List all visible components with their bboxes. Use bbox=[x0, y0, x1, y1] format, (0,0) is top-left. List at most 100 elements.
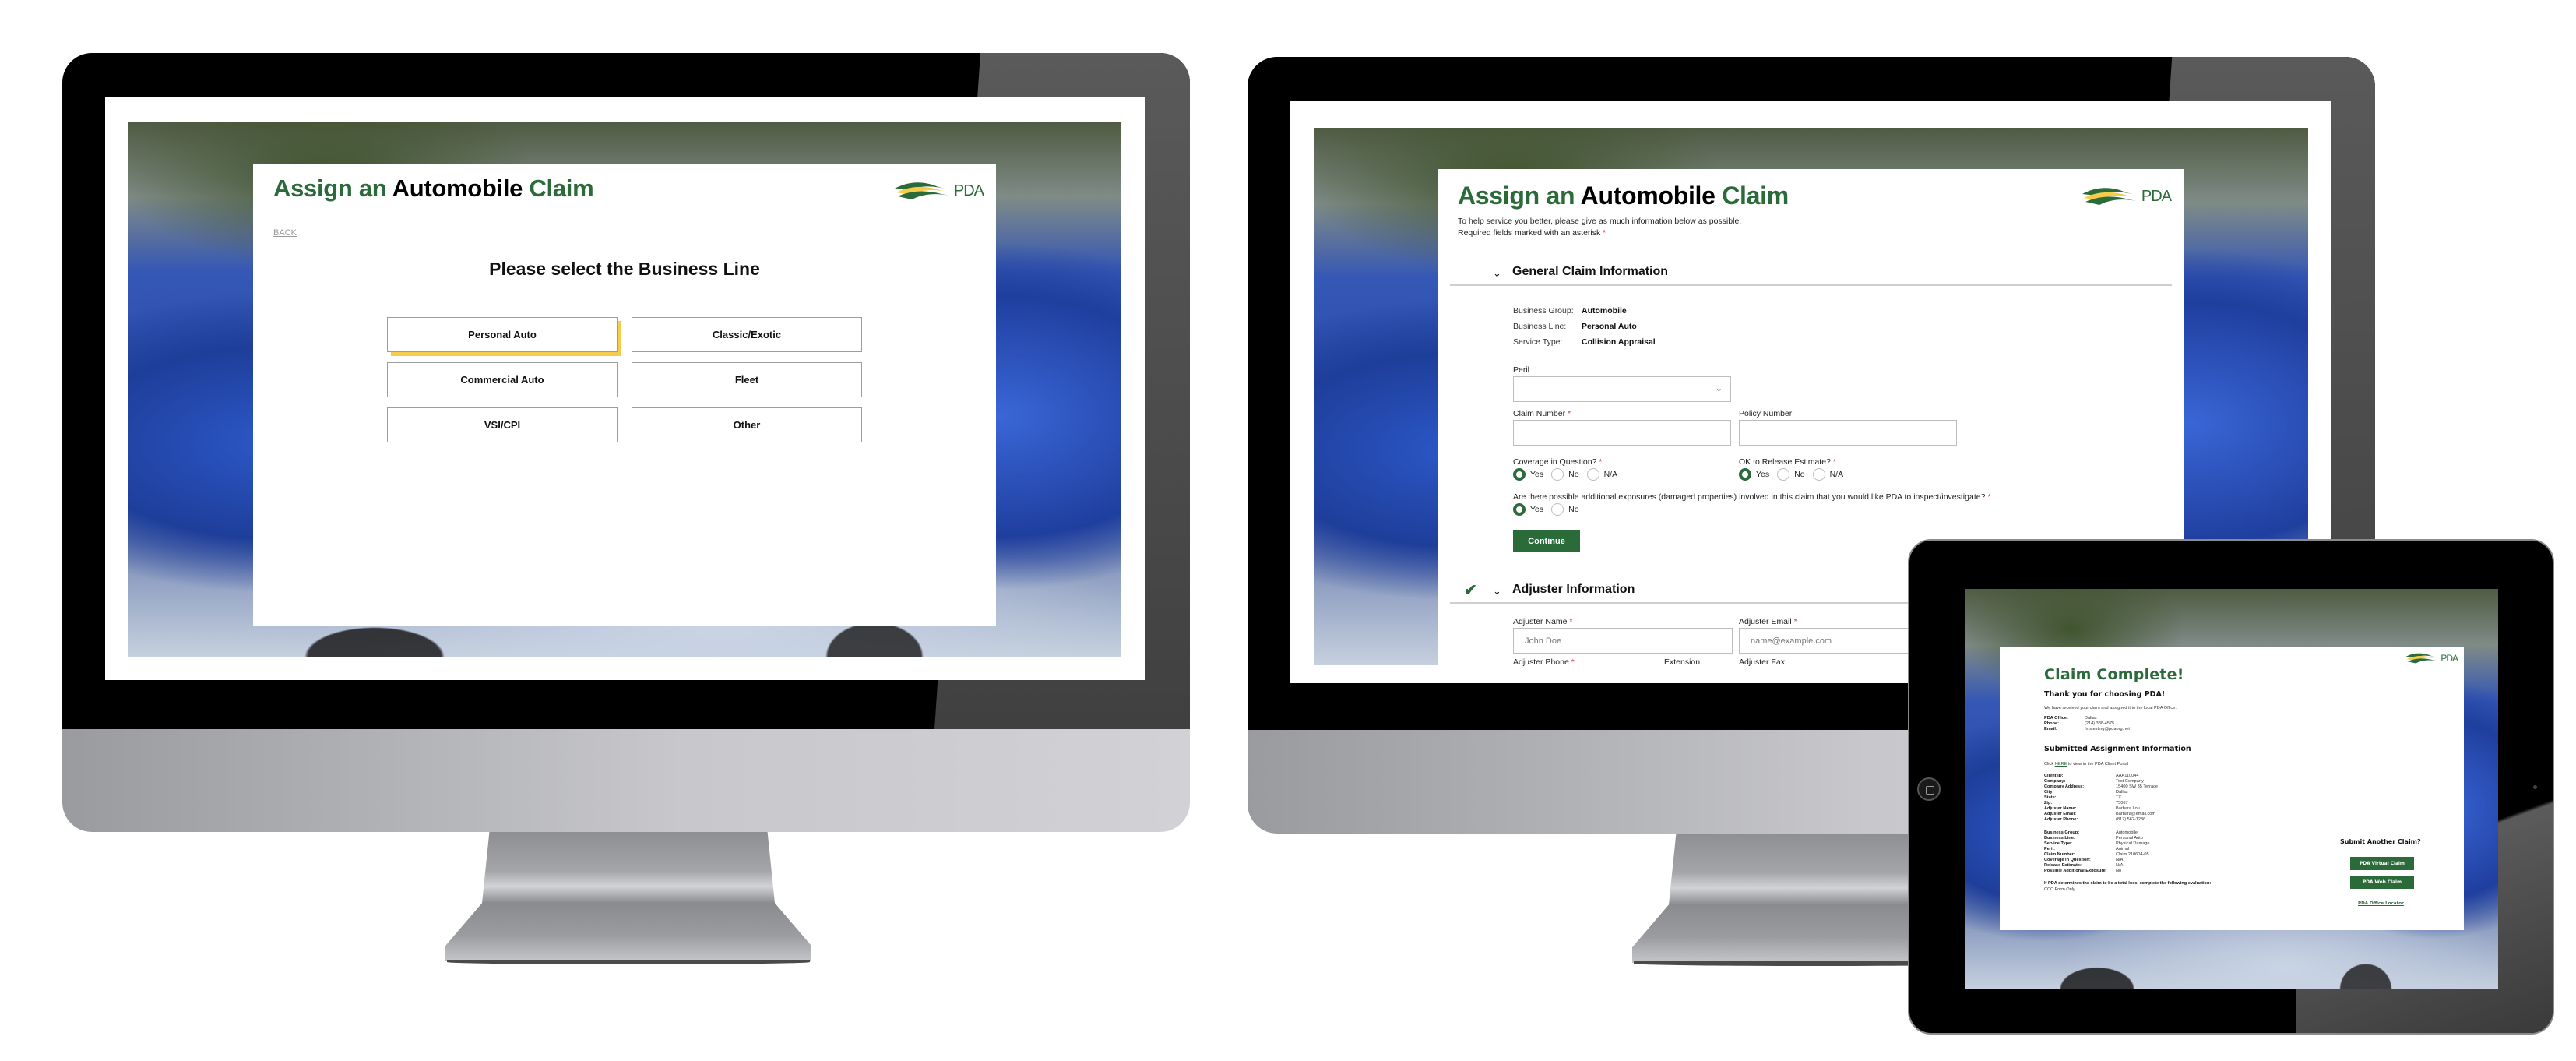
business-line-commercial-auto[interactable]: Commercial Auto bbox=[387, 362, 618, 397]
ok-to-release-label: OK to Release Estimate? * bbox=[1739, 457, 1836, 467]
submit-another-heading: Submit Another Claim? bbox=[2340, 838, 2421, 845]
pda-virtual-claim-button[interactable]: PDA Virtual Claim bbox=[2350, 857, 2414, 870]
chevron-down-icon: ⌄ bbox=[1493, 267, 1501, 279]
exposures-yes-radio[interactable]: Yes bbox=[1513, 503, 1543, 516]
summary-service-type: Service Type: Collision Appraisal bbox=[1513, 337, 1656, 347]
monitor-stand-foot bbox=[447, 960, 810, 964]
info-row: Adjuster Name: Barbara Lou bbox=[2044, 806, 2158, 812]
info-label: Adjuster Name: bbox=[2044, 806, 2077, 811]
info-label: Coverage in Question: bbox=[2044, 858, 2091, 862]
policy-number-input[interactable] bbox=[1739, 420, 1957, 446]
info-value: Automobile bbox=[2116, 830, 2138, 835]
monitor-stand bbox=[445, 832, 811, 961]
claim-info: Business Group: Automobile Business Line: P… bbox=[2044, 830, 2150, 874]
business-line-options: Personal Auto Classic/Exotic Commercial … bbox=[387, 317, 862, 442]
pda-wave-icon bbox=[894, 182, 952, 199]
business-line-personal-auto[interactable]: Personal Auto bbox=[387, 317, 618, 352]
checkmark-icon: ✔ bbox=[1464, 582, 1477, 599]
info-row: Business Line: Personal Auto bbox=[2044, 836, 2150, 841]
info-value: No bbox=[2116, 869, 2122, 873]
claim-number-label: Claim Number * bbox=[1513, 409, 1571, 418]
business-line-heading: Please select the Business Line bbox=[489, 259, 760, 279]
camera-icon bbox=[2533, 785, 2537, 789]
info-label: State: bbox=[2044, 795, 2057, 800]
exposures-no-radio[interactable]: No bbox=[1551, 503, 1579, 516]
screen: Assign an Automobile Claim PDA BACK Plea… bbox=[105, 97, 1145, 680]
monitor-bezel: Assign an Automobile Claim PDA BACK Plea… bbox=[62, 53, 1190, 729]
adjuster-name-input[interactable] bbox=[1513, 628, 1733, 654]
thank-you-heading: Thank you for choosing PDA! bbox=[2044, 690, 2166, 699]
info-label: Release Estimate: bbox=[2044, 863, 2082, 868]
claim-number-input[interactable] bbox=[1513, 420, 1731, 446]
info-row: Release Estimate: N/A bbox=[2044, 863, 2150, 869]
info-row: Company: Test Company bbox=[2044, 779, 2158, 784]
total-loss-text: If PDA determines the claim to be a tota… bbox=[2044, 881, 2212, 886]
info-value: N/A bbox=[2116, 863, 2124, 868]
business-line-card: Assign an Automobile Claim PDA BACK Plea… bbox=[253, 164, 996, 626]
info-label: Adjuster Phone: bbox=[2044, 817, 2078, 822]
info-label: Possible Additional Exposure: bbox=[2044, 869, 2107, 873]
coverage-yes-radio[interactable]: Yes bbox=[1513, 468, 1543, 481]
office-info: PDA Office: Dallas Phone: (214) 388-4575 E… bbox=[2044, 716, 2130, 731]
coverage-no-radio[interactable]: No bbox=[1551, 468, 1579, 481]
additional-exposures-radios: Yes No bbox=[1513, 503, 1587, 516]
adjuster-email-label: Adjuster Email * bbox=[1739, 617, 1797, 626]
info-row: Claim Number: Claim 210604-05 bbox=[2044, 852, 2150, 858]
business-line-other[interactable]: Other bbox=[632, 407, 862, 442]
business-line-vsi-cpi[interactable]: VSI/CPI bbox=[387, 407, 618, 442]
claim-complete-title: Claim Complete! bbox=[2044, 666, 2184, 683]
chevron-down-icon: ⌄ bbox=[1715, 384, 1723, 393]
info-label: Company: bbox=[2044, 779, 2066, 784]
adjuster-phone-label: Adjuster Phone * bbox=[1513, 657, 1575, 667]
continue-button[interactable]: Continue bbox=[1513, 530, 1580, 552]
coverage-in-question-label: Coverage in Question? * bbox=[1513, 457, 1603, 467]
pda-web-claim-button[interactable]: PDA Web Claim bbox=[2350, 876, 2414, 889]
additional-exposures-label: Are there possible additional exposures … bbox=[1513, 492, 1991, 502]
info-label: Peril: bbox=[2044, 847, 2055, 851]
pda-office-locator-link[interactable]: PDA Office Locator bbox=[2358, 901, 2404, 906]
claim-complete-card: PDA Claim Complete! Thank you for choosi… bbox=[2000, 647, 2464, 930]
info-label: Service Type: bbox=[2044, 841, 2072, 846]
info-label: Claim Number: bbox=[2044, 852, 2075, 857]
info-row: Service Type: Physical Damage bbox=[2044, 841, 2150, 847]
coverage-na-radio[interactable]: N/A bbox=[1586, 468, 1617, 481]
info-value: Animal bbox=[2116, 847, 2130, 851]
info-value: Physical Damage bbox=[2116, 841, 2150, 846]
release-yes-radio[interactable]: Yes bbox=[1739, 468, 1769, 481]
submitted-heading: Submitted Assignment Information bbox=[2044, 745, 2191, 753]
info-row: Client ID: AAA110044 bbox=[2044, 774, 2158, 779]
info-row: City: Dallas bbox=[2044, 790, 2158, 795]
pda-logo: PDA bbox=[2405, 651, 2458, 665]
business-line-classic-exotic[interactable]: Classic/Exotic bbox=[632, 317, 862, 352]
info-label: Business Group: bbox=[2044, 830, 2080, 835]
info-label: Adjuster Email: bbox=[2044, 812, 2077, 816]
tablet-device: PDA Claim Complete! Thank you for choosi… bbox=[1908, 539, 2554, 1035]
info-row: State: TX bbox=[2044, 795, 2158, 801]
total-loss-value: CCC Form Only bbox=[2044, 887, 2075, 892]
general-claim-section-header[interactable]: ⌄ General Claim Information bbox=[1450, 263, 2172, 286]
info-value: AAA110044 bbox=[2116, 774, 2139, 778]
info-value: 75067 bbox=[2116, 801, 2128, 805]
release-no-radio[interactable]: No bbox=[1777, 468, 1805, 481]
release-na-radio[interactable]: N/A bbox=[1812, 468, 1843, 481]
info-row: Coverage in Question: N/A bbox=[2044, 858, 2150, 863]
portal-here-link[interactable]: HERE bbox=[2055, 762, 2067, 767]
back-link[interactable]: BACK bbox=[273, 228, 297, 238]
pda-wave-icon bbox=[2082, 188, 2140, 205]
client-info: Client ID: AAA110044 Company: Test Company C… bbox=[2044, 774, 2158, 823]
info-label: City: bbox=[2044, 790, 2054, 795]
info-value: Dallas bbox=[2116, 790, 2128, 795]
intro-text: To help service you better, please give … bbox=[1458, 217, 1742, 238]
received-text: We have received your claim and assigned… bbox=[2044, 706, 2177, 710]
info-row: Possible Additional Exposure: No bbox=[2044, 869, 2150, 874]
info-value: Test Company bbox=[2116, 779, 2144, 784]
info-value: Barbara Lou bbox=[2116, 806, 2140, 811]
info-label: Business Line: bbox=[2044, 836, 2075, 841]
info-value: N/A bbox=[2116, 858, 2124, 862]
info-label: Zip: bbox=[2044, 801, 2053, 805]
info-label: Company Address: bbox=[2044, 784, 2085, 789]
info-value: (817) 562-1236 bbox=[2116, 817, 2146, 822]
peril-select[interactable]: ⌄ bbox=[1513, 376, 1731, 402]
info-row: Business Group: Automobile bbox=[2044, 830, 2150, 836]
business-line-fleet[interactable]: Fleet bbox=[632, 362, 862, 397]
